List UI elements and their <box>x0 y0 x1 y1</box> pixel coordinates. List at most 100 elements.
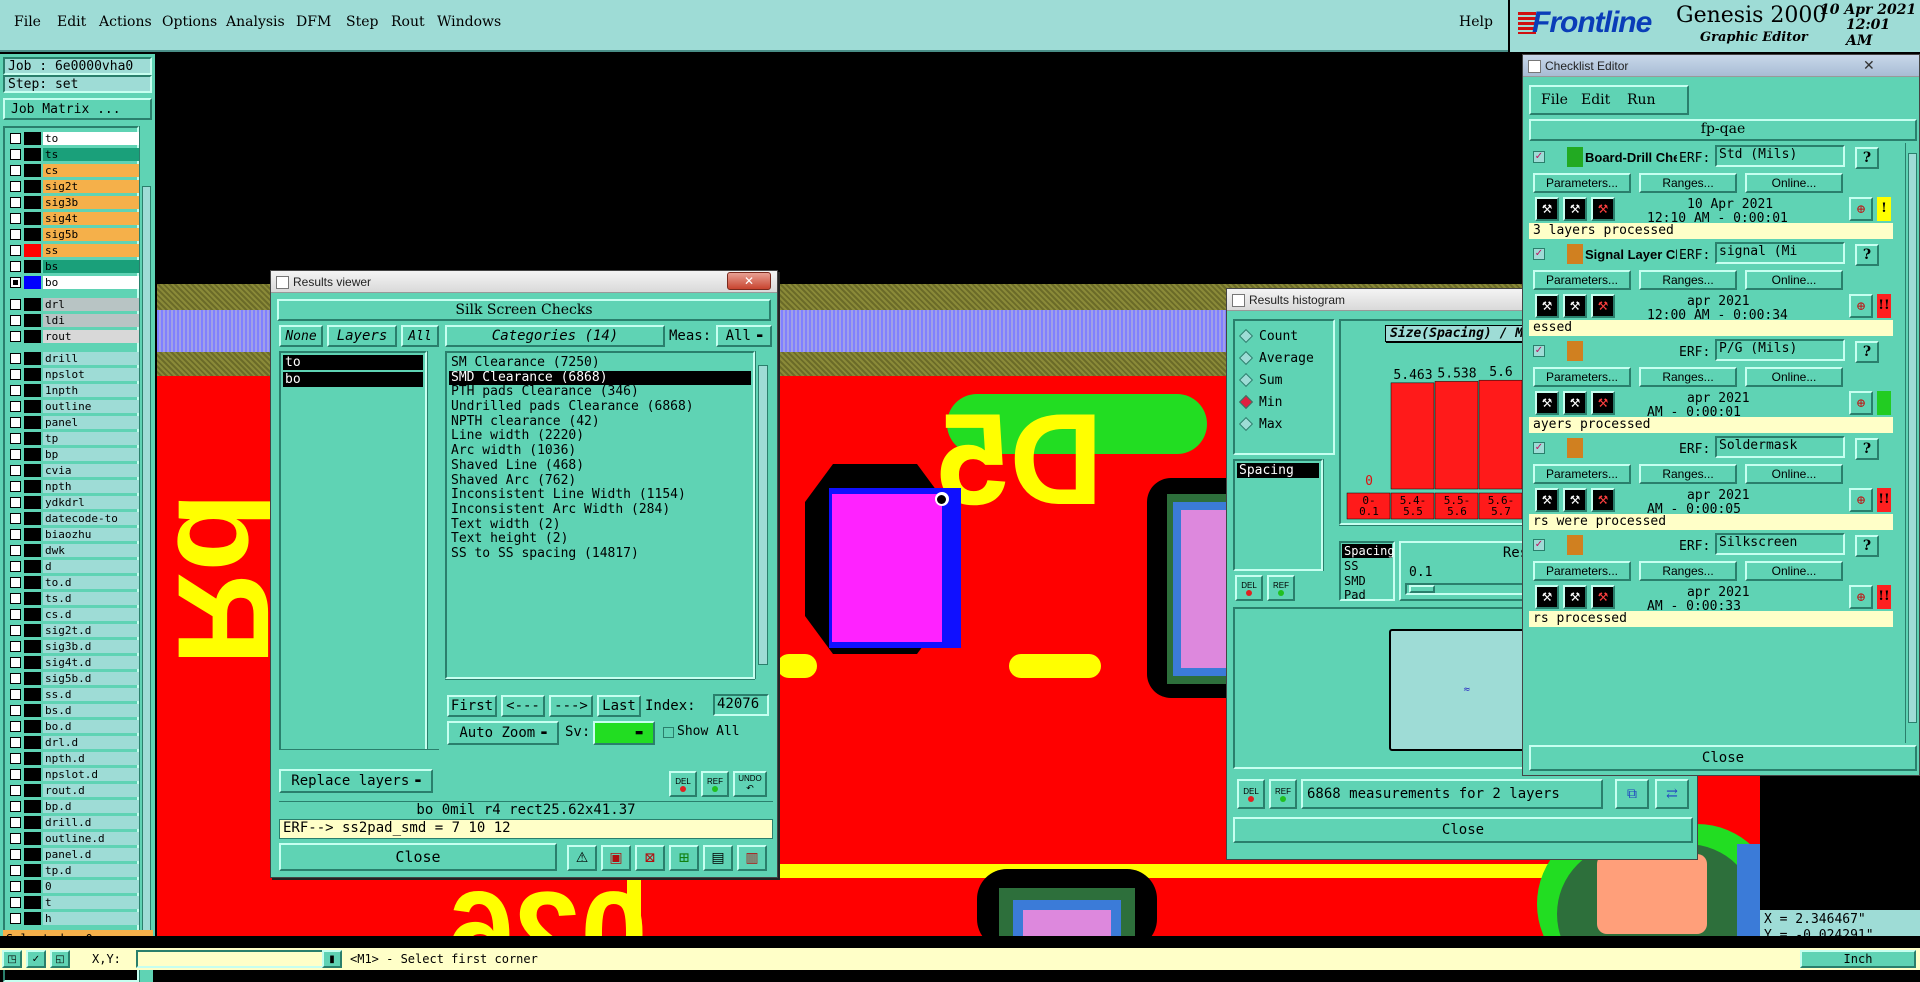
option-max[interactable]: Max <box>1235 413 1333 435</box>
layer-color-swatch[interactable] <box>24 816 41 829</box>
layer-row-sig4t-d[interactable]: sig4t.d <box>10 655 141 670</box>
action-checkbox[interactable]: ✓ <box>1533 539 1545 551</box>
layer-name[interactable]: cs <box>43 164 141 177</box>
layer-row-drill[interactable]: drill <box>10 351 141 366</box>
layer-row-datecode-to[interactable]: datecode-to <box>10 511 141 526</box>
run-icon[interactable]: ⚒ <box>1535 391 1559 415</box>
layer-item-bo[interactable]: bo <box>283 372 423 387</box>
tool-exclamation-icon[interactable]: ⚠ <box>567 845 597 871</box>
categories-hscrollbar[interactable] <box>445 679 755 691</box>
option-sum[interactable]: Sum <box>1235 369 1333 391</box>
measure-item-spacing[interactable]: Spacing <box>1237 463 1319 478</box>
histogram-bar[interactable] <box>1390 382 1435 490</box>
layer-name[interactable]: sig4t.d <box>43 656 141 669</box>
layer-name[interactable]: ldi <box>43 314 141 327</box>
layer-row-0[interactable]: 0 <box>10 879 141 894</box>
help-icon[interactable]: ? <box>1855 438 1879 460</box>
layer-row-rout-d[interactable]: rout.d <box>10 783 141 798</box>
layer-name[interactable]: bo.d <box>43 720 141 733</box>
layer-name[interactable]: npth.d <box>43 752 141 765</box>
ranges-button[interactable]: Ranges... <box>1639 561 1737 581</box>
layer-name[interactable]: biaozhu <box>43 528 141 541</box>
layer-row-bs[interactable]: bs <box>10 259 141 274</box>
layer-name[interactable]: ydkdrl <box>43 496 141 509</box>
parameters-button[interactable]: Parameters... <box>1533 173 1631 193</box>
erf-value[interactable]: signal (Mi <box>1715 242 1845 264</box>
erf-value[interactable]: Soldermask <box>1715 436 1845 458</box>
layer-row-npslot-d[interactable]: npslot.d <box>10 767 141 782</box>
layer-row-bo[interactable]: bo <box>10 275 141 290</box>
layer-color-swatch[interactable] <box>24 196 41 209</box>
action-checkbox[interactable]: ✓ <box>1533 442 1545 454</box>
run-select-icon[interactable]: ⚒ <box>1563 391 1587 415</box>
unit-select[interactable]: Inch <box>1800 950 1916 968</box>
categories-listbox[interactable]: SM Clearance (7250) SMD Clearance (6868) P… <box>445 351 755 679</box>
layer-row-tp-d[interactable]: tp.d <box>10 863 141 878</box>
measure-list[interactable]: Spacing <box>1233 459 1323 571</box>
layer-row-bo-d[interactable]: bo.d <box>10 719 141 734</box>
layer-checkbox[interactable] <box>10 753 21 764</box>
layer-color-swatch[interactable] <box>24 276 41 289</box>
layer-checkbox[interactable] <box>10 245 21 256</box>
layer-checkbox[interactable] <box>10 817 21 828</box>
layer-color-swatch[interactable] <box>24 656 41 669</box>
close-button[interactable]: Close <box>279 843 557 871</box>
menu-rout[interactable]: Rout <box>391 14 425 30</box>
export-icon[interactable]: ⧉ <box>1615 779 1649 809</box>
layer-checkbox[interactable] <box>10 801 21 812</box>
layer-color-swatch[interactable] <box>24 314 41 327</box>
layer-name[interactable]: rout <box>43 330 141 343</box>
layer-name[interactable]: tp <box>43 432 141 445</box>
preview-del-button[interactable]: DEL <box>1237 779 1265 809</box>
first-button[interactable]: First <box>447 695 497 717</box>
layer-checkbox[interactable] <box>10 229 21 240</box>
layer-color-swatch[interactable] <box>24 560 41 573</box>
layer-color-swatch[interactable] <box>24 448 41 461</box>
none-button[interactable]: None <box>279 325 323 347</box>
layer-checkbox[interactable] <box>10 277 21 288</box>
histogram-ref-button[interactable]: REF <box>1267 575 1295 601</box>
layer-name[interactable]: bp <box>43 448 141 461</box>
histogram-bar[interactable] <box>1434 381 1479 490</box>
replace-layers-select[interactable]: Replace layers ▬ <box>279 769 433 793</box>
online-button[interactable]: Online... <box>1745 367 1843 387</box>
layer-color-swatch[interactable] <box>24 148 41 161</box>
layer-name[interactable]: outline.d <box>43 832 141 845</box>
help-icon[interactable]: ? <box>1855 244 1879 266</box>
layer-checkbox[interactable] <box>10 529 21 540</box>
layer-row-drl-d[interactable]: drl.d <box>10 735 141 750</box>
layer-row-npth[interactable]: npth <box>10 479 141 494</box>
tool-clear-icon[interactable]: ⊠ <box>635 845 665 871</box>
layer-name[interactable]: cs.d <box>43 608 141 621</box>
preview-ref-button[interactable]: REF <box>1269 779 1297 809</box>
action-checkbox[interactable]: ✓ <box>1533 345 1545 357</box>
type-item-smd-pad[interactable]: SMD Pad <box>1342 574 1392 602</box>
layer-color-swatch[interactable] <box>24 164 41 177</box>
histogram-bar[interactable] <box>1478 379 1523 490</box>
layer-color-swatch[interactable] <box>24 132 41 145</box>
layer-color-swatch[interactable] <box>24 592 41 605</box>
layer-checkbox[interactable] <box>10 197 21 208</box>
help-icon[interactable]: ? <box>1855 535 1879 557</box>
auto-zoom-select[interactable]: Auto Zoom ▬ <box>447 721 559 745</box>
category-item[interactable]: SS to SS spacing (14817) <box>449 546 751 562</box>
layer-name[interactable]: sig4t <box>43 212 141 225</box>
zoom-result-icon[interactable]: ⊕ <box>1849 391 1873 415</box>
layer-color-swatch[interactable] <box>24 880 41 893</box>
show-all-checkbox[interactable] <box>663 727 674 738</box>
layer-name[interactable]: d <box>43 560 141 573</box>
radio-icon[interactable] <box>1238 350 1254 366</box>
category-item[interactable]: NPTH clearance (42) <box>449 414 751 430</box>
layer-row-outline[interactable]: outline <box>10 399 141 414</box>
option-count[interactable]: Count <box>1235 325 1333 347</box>
ranges-button[interactable]: Ranges... <box>1639 367 1737 387</box>
parameters-button[interactable]: Parameters... <box>1533 367 1631 387</box>
layer-name[interactable]: ss.d <box>43 688 141 701</box>
layer-row-bs-d[interactable]: bs.d <box>10 703 141 718</box>
layer-checkbox[interactable] <box>10 881 21 892</box>
checklist-scroll-thumb[interactable] <box>1908 153 1917 723</box>
categories-scrollbar[interactable] <box>755 351 771 679</box>
layer-color-swatch[interactable] <box>24 800 41 813</box>
run-stop-icon[interactable]: ⚒ <box>1591 391 1615 415</box>
layer-row-panel-d[interactable]: panel.d <box>10 847 141 862</box>
